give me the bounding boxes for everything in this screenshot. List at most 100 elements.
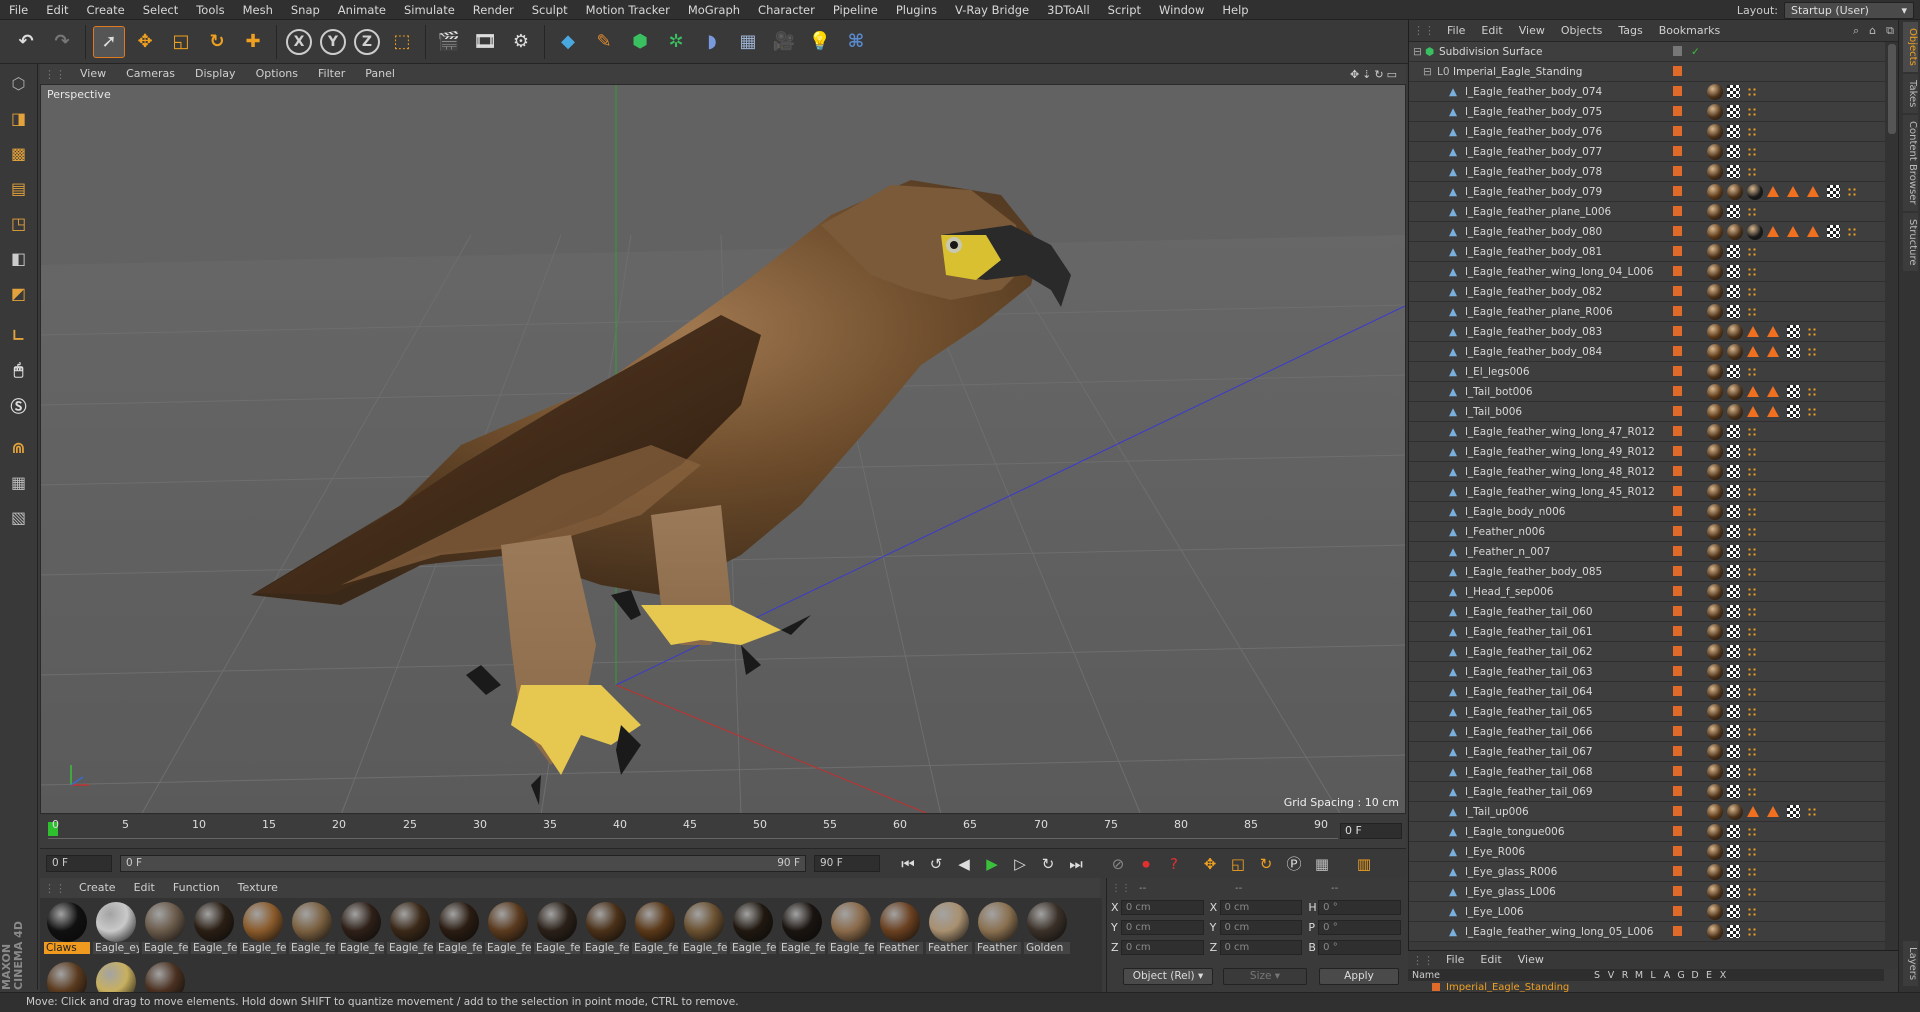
object-row[interactable]: ▲ l_Eagle_feather_tail_064 [1409,682,1885,702]
menu-plugins[interactable]: Plugins [887,0,946,20]
visibility-toggle[interactable] [1673,266,1682,276]
visibility-toggle[interactable] [1673,826,1682,836]
x-axis-lock-button[interactable]: X [286,28,312,55]
uvw-tag-icon[interactable] [1727,885,1740,898]
object-row[interactable]: ▲ l_Eagle_feather_body_075 [1409,102,1885,122]
material-swatch[interactable]: Eagle_fe [191,900,237,956]
object-row[interactable]: ▲ l_Feather_n006 [1409,522,1885,542]
visibility-toggle[interactable] [1673,166,1682,176]
visibility-toggle[interactable] [1673,626,1682,636]
start-frame-field[interactable]: 0 F [46,855,112,872]
menu-v-ray-bridge[interactable]: V-Ray Bridge [946,0,1038,20]
material-swatch[interactable]: Eagle_fe [583,900,629,956]
key-rotation-icon[interactable]: ↻ [1254,852,1278,876]
go-to-end-icon[interactable]: ⏭ [1064,852,1088,876]
phong-tag-icon[interactable] [1747,567,1756,576]
material-tag-icon[interactable] [1707,704,1723,720]
material-tag-icon[interactable] [1707,484,1723,500]
object-row[interactable]: ▲ l_Eagle_feather_body_082 [1409,282,1885,302]
viewport-menu-view[interactable]: View [70,64,116,84]
phong-tag-icon[interactable] [1747,827,1756,836]
coord-rotation-field[interactable]: 0 ° [1318,919,1401,935]
material-tag-icon[interactable] [1707,464,1723,480]
uvw-tag-icon[interactable] [1727,505,1740,518]
make-editable-icon[interactable]: ⬡ [3,67,35,99]
phong-tag-icon[interactable] [1747,687,1756,696]
uvw-tag-icon[interactable] [1787,405,1800,418]
phong-tag-icon[interactable] [1747,747,1756,756]
menu-help[interactable]: Help [1213,0,1257,20]
object-row[interactable]: ▲ l_Eagle_feather_tail_066 [1409,722,1885,742]
object-row[interactable]: ▲ l_Eagle_feather_tail_063 [1409,662,1885,682]
coord-position-field[interactable]: 0 cm [1120,899,1204,915]
attribute-menu-edit[interactable]: Edit [1472,951,1509,969]
material-tag-icon[interactable] [1707,184,1723,200]
uvw-tag-icon[interactable] [1727,85,1740,98]
edges-mode-icon[interactable]: ◧ [3,242,35,274]
visibility-toggle[interactable] [1673,326,1682,336]
material-menu-create[interactable]: Create [70,878,125,898]
visibility-toggle[interactable] [1673,426,1682,436]
menu-animate[interactable]: Animate [329,0,395,20]
material-swatch[interactable]: Eagle_fe [436,900,482,956]
floor-environment-icon[interactable]: ▦ [732,26,764,58]
attribute-column-l[interactable]: L [1646,970,1660,981]
step-forward-icon[interactable]: ▷ [1008,852,1032,876]
visibility-toggle[interactable] [1673,886,1682,896]
menu-motion-tracker[interactable]: Motion Tracker [577,0,679,20]
object-row[interactable]: ▲ l_Tail_b006 [1409,402,1885,422]
visibility-toggle[interactable] [1673,746,1682,756]
selection-tag-icon[interactable] [1767,806,1779,817]
viewport-menu-cameras[interactable]: Cameras [116,64,185,84]
coord-mode-dropdown[interactable]: Object (Rel) ▾ [1123,967,1213,985]
object-row[interactable]: ▲ l_Eagle_body_n006 [1409,502,1885,522]
coord-size-field[interactable]: 0 cm [1219,919,1303,935]
material-swatch[interactable]: Eagle_fe [534,900,580,956]
object-row[interactable]: ▲ l_Eye_glass_L006 [1409,882,1885,902]
selection-tag-icon[interactable] [1767,386,1779,397]
coord-size-dropdown[interactable]: Size ▾ [1223,967,1307,985]
selection-tag-icon[interactable] [1767,406,1779,417]
viewport-menu-options[interactable]: Options [246,64,308,84]
collapse-icon[interactable]: ⊟ [1423,62,1432,82]
attribute-column-name[interactable]: Name [1408,970,1590,981]
object-row[interactable]: ▲ l_Eagle_tongue006 [1409,822,1885,842]
material-swatch[interactable]: Feather [877,900,923,956]
selection-tag-icon[interactable] [1807,186,1819,197]
material-tag-icon[interactable] [1707,164,1723,180]
apply-button[interactable]: Apply [1319,967,1399,985]
material-tag-icon[interactable] [1707,624,1723,640]
menu-tools[interactable]: Tools [187,0,233,20]
material-swatch[interactable]: Eagle_fe [828,900,874,956]
material-swatch[interactable]: Eagle_fe [289,900,335,956]
y-axis-lock-button[interactable]: Y [320,28,346,55]
object-row[interactable]: ▲ l_Eagle_feather_body_081 [1409,242,1885,262]
uvw-tag-icon[interactable] [1727,865,1740,878]
uvw-tag-icon[interactable] [1727,925,1740,938]
material-swatch[interactable]: Feather [975,900,1021,956]
object-row[interactable]: ▲ l_Eagle_feather_tail_068 [1409,762,1885,782]
phong-tag-icon[interactable] [1807,387,1816,396]
phong-tag-icon[interactable] [1747,507,1756,516]
workplane-lock-icon[interactable]: ▦ [3,466,35,498]
material-tag-icon[interactable] [1707,224,1723,240]
model-mode-icon[interactable]: ◨ [3,102,35,134]
attribute-menu-view[interactable]: View [1510,951,1552,969]
tweak-mode-icon[interactable]: 🖱 [3,354,35,386]
timeline-ruler[interactable]: 0 5 10 15 20 25 30 35 40 45 50 55 60 65 70 75 80 85 90 0 F [40,815,1406,848]
material-tag-icon[interactable] [1707,284,1723,300]
material-tag-icon[interactable] [1727,344,1743,360]
menu-simulate[interactable]: Simulate [395,0,464,20]
material-tag-icon[interactable] [1727,384,1743,400]
phong-tag-icon[interactable] [1747,667,1756,676]
side-tab-layers[interactable]: Layers [1903,940,1918,986]
object-menu-file[interactable]: File [1439,20,1473,42]
visibility-toggle[interactable] [1673,186,1682,196]
menu-mesh[interactable]: Mesh [234,0,282,20]
menu-character[interactable]: Character [749,0,824,20]
phong-tag-icon[interactable] [1747,787,1756,796]
visibility-toggle[interactable] [1673,486,1682,496]
phong-tag-icon[interactable] [1747,147,1756,156]
material-tag-icon[interactable] [1707,524,1723,540]
uvw-tag-icon[interactable] [1727,785,1740,798]
